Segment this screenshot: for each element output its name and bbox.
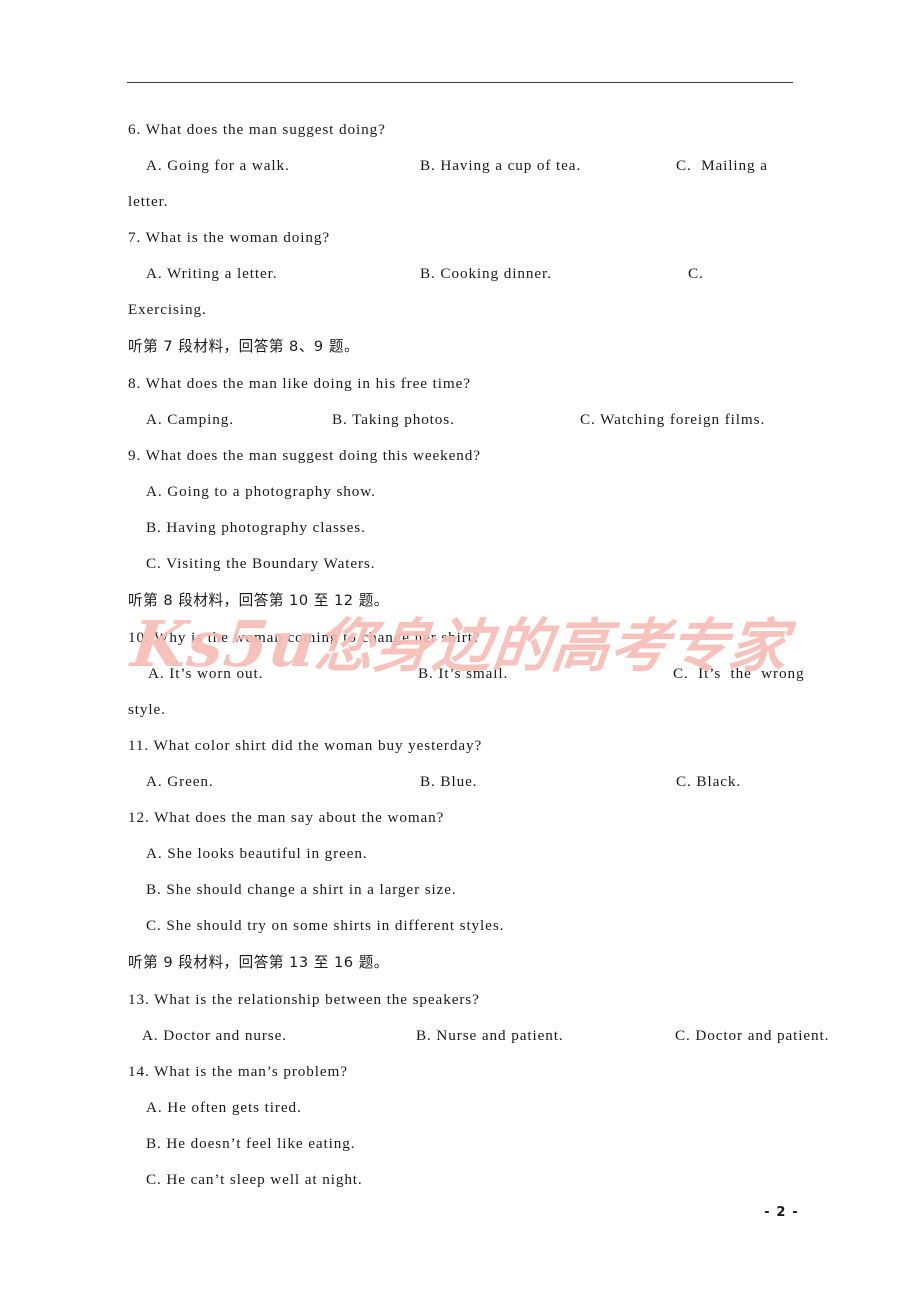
question-13-options: A. Doctor and nurse. B. Nurse and patien… (128, 1018, 828, 1054)
question-10-option-b[interactable]: B. It’s small. (418, 656, 508, 692)
question-9-option-a[interactable]: A. Going to a photography show. (146, 474, 794, 510)
question-11-option-b[interactable]: B. Blue. (420, 764, 477, 800)
question-9-option-b[interactable]: B. Having photography classes. (146, 510, 794, 546)
question-14-option-c[interactable]: C. He can’t sleep well at night. (146, 1162, 794, 1198)
exam-page: 6. What does the man suggest doing? A. G… (0, 0, 920, 1302)
question-11-option-a[interactable]: A. Green. (146, 764, 214, 800)
question-10-stem: 10. Why is the woman coming to change he… (128, 629, 481, 646)
section-heading-material-9: 听第 9 段材料，回答第 13 至 16 题。 (128, 954, 389, 971)
question-11-option-c[interactable]: C. Black. (676, 764, 741, 800)
question-13-option-c[interactable]: C. Doctor and patient. (675, 1018, 829, 1054)
question-8-option-a[interactable]: A. Camping. (146, 402, 234, 438)
question-12-stem: 12. What does the man say about the woma… (128, 809, 445, 826)
question-10-option-c[interactable]: C. It’s the wrong (673, 656, 804, 692)
question-7-option-b[interactable]: B. Cooking dinner. (420, 256, 552, 292)
question-10-options: A. It’s worn out. B. It’s small. C. It’s… (128, 656, 804, 692)
question-7-option-a[interactable]: A. Writing a letter. (146, 256, 277, 292)
question-11-options: A. Green. B. Blue. C. Black. (128, 764, 794, 800)
question-13-stem: 13. What is the relationship between the… (128, 991, 480, 1008)
question-9-stem: 9. What does the man suggest doing this … (128, 447, 481, 464)
question-6-options: A. Going for a walk. B. Having a cup of … (128, 148, 794, 184)
question-6-option-a[interactable]: A. Going for a walk. (146, 148, 290, 184)
question-7-options: A. Writing a letter. B. Cooking dinner. … (128, 256, 794, 292)
question-7-option-c-continuation: Exercising. (128, 301, 207, 318)
question-10-option-c-continuation: style. (128, 701, 166, 718)
page-number: - 2 - (764, 1205, 799, 1220)
question-9-option-c[interactable]: C. Visiting the Boundary Waters. (146, 546, 794, 582)
section-heading-material-8: 听第 8 段材料，回答第 10 至 12 题。 (128, 592, 389, 609)
question-13-option-b[interactable]: B. Nurse and patient. (416, 1018, 564, 1054)
question-12-option-c[interactable]: C. She should try on some shirts in diff… (146, 908, 794, 944)
question-6-option-c[interactable]: C. Mailing a (676, 148, 768, 184)
question-14-stem: 14. What is the man’s problem? (128, 1063, 348, 1080)
question-14-option-b[interactable]: B. He doesn’t feel like eating. (146, 1126, 794, 1162)
question-8-options: A. Camping. B. Taking photos. C. Watchin… (128, 402, 794, 438)
question-6-option-b[interactable]: B. Having a cup of tea. (420, 148, 581, 184)
section-heading-material-7: 听第 7 段材料，回答第 8、9 题。 (128, 338, 360, 355)
question-10-option-a[interactable]: A. It’s worn out. (148, 656, 263, 692)
question-6-option-c-continuation: letter. (128, 193, 169, 210)
question-8-option-c[interactable]: C. Watching foreign films. (580, 402, 765, 438)
header-divider-rule (127, 82, 793, 83)
question-14-option-a[interactable]: A. He often gets tired. (146, 1090, 794, 1126)
question-8-option-b[interactable]: B. Taking photos. (332, 402, 455, 438)
question-12-option-a[interactable]: A. She looks beautiful in green. (146, 836, 794, 872)
question-6-stem: 6. What does the man suggest doing? (128, 121, 386, 138)
exam-content-column: 6. What does the man suggest doing? A. G… (128, 112, 828, 1198)
question-12-option-b[interactable]: B. She should change a shirt in a larger… (146, 872, 794, 908)
question-13-option-a[interactable]: A. Doctor and nurse. (142, 1018, 287, 1054)
question-7-stem: 7. What is the woman doing? (128, 229, 331, 246)
question-7-option-c[interactable]: C. (688, 256, 704, 292)
question-8-stem: 8. What does the man like doing in his f… (128, 375, 471, 392)
question-11-stem: 11. What color shirt did the woman buy y… (128, 737, 483, 754)
